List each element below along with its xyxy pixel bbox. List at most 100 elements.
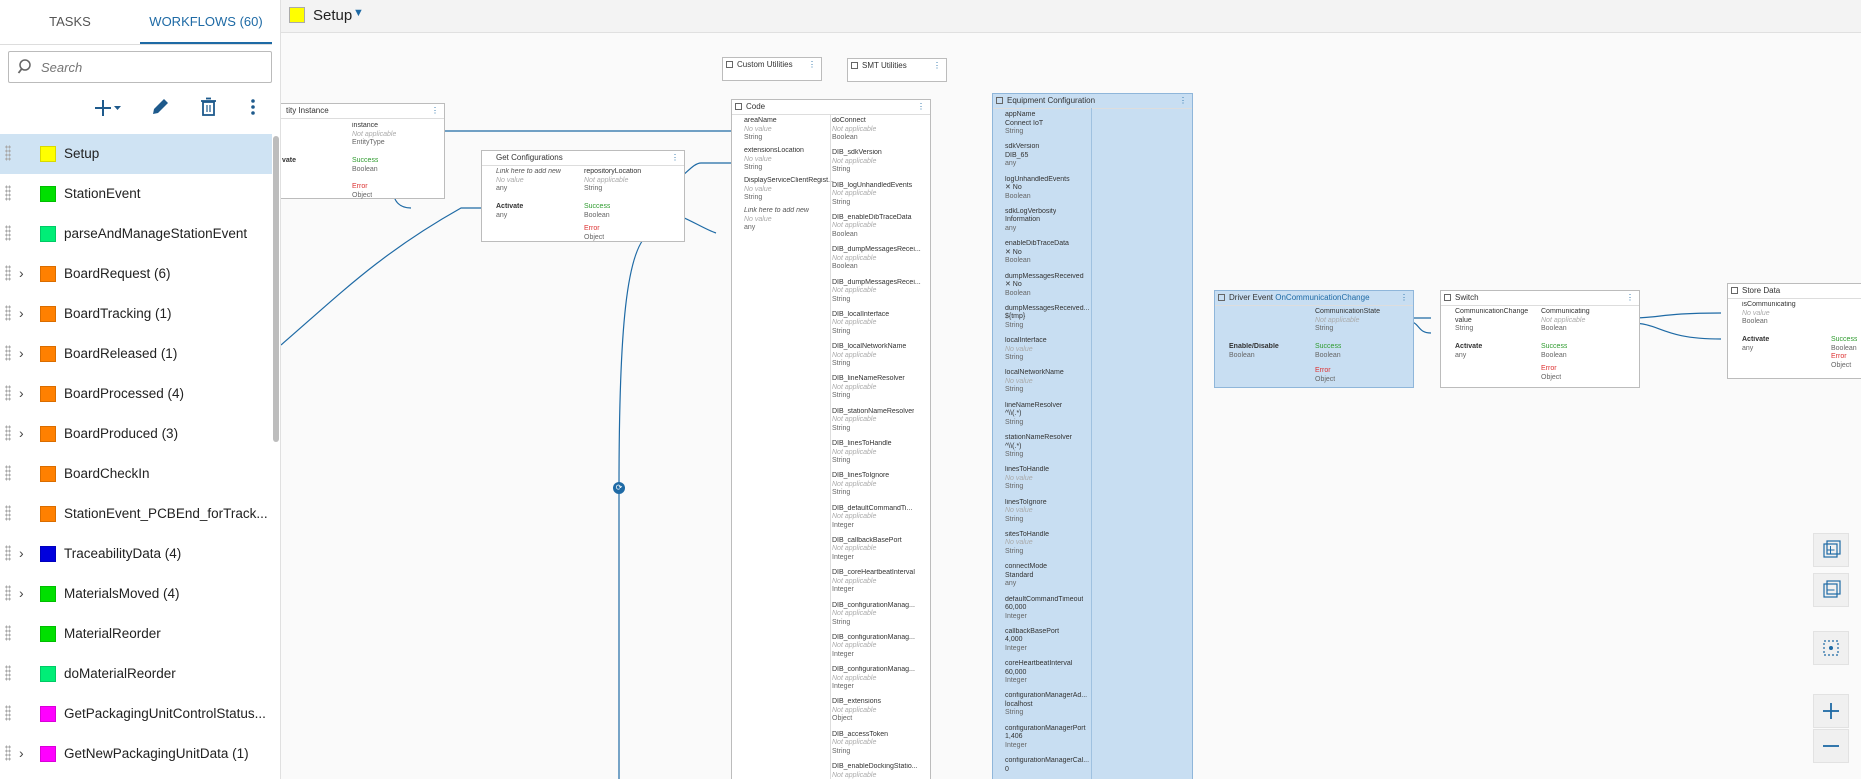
chevron-right-icon[interactable]: ›	[19, 345, 24, 361]
success-port[interactable]: Success Boolean Error Object	[1831, 336, 1857, 370]
expand-all-button[interactable]	[1813, 533, 1849, 567]
store-data-node[interactable]: Store Data isCommunicating No value Boolea…	[1727, 283, 1861, 379]
chevron-right-icon[interactable]: ›	[19, 265, 24, 281]
chevron-right-icon[interactable]: ›	[19, 385, 24, 401]
kebab-menu-icon[interactable]: ⋮	[917, 102, 925, 111]
output-port[interactable]: DIB_defaultCommandTi... Not applicable Int…	[832, 505, 912, 531]
entity-instance-node[interactable]: tity Instance ⋮ instance Not applicable En…	[281, 103, 445, 199]
zoom-out-button[interactable]	[1813, 729, 1849, 763]
output-port[interactable]: DIB_dumpMessagesRecei... Not applicable Bo…	[832, 246, 921, 272]
output-port[interactable]: DIB_dumpMessagesRecei... Not applicable St…	[832, 279, 921, 305]
output-port[interactable]: DIB_stationNameResolver Not applicable Str…	[832, 408, 914, 434]
output-port[interactable]: DIB_logUnhandledEvents Not applicable Stri…	[832, 182, 912, 208]
drag-handle-icon[interactable]	[5, 265, 11, 281]
drag-handle-icon[interactable]	[5, 425, 11, 441]
drag-handle-icon[interactable]	[5, 305, 11, 321]
kebab-menu-icon[interactable]: ⋮	[1400, 293, 1408, 302]
success-port[interactable]: Success Boolean	[352, 157, 378, 174]
workflow-list-item[interactable]: GetPackagingUnitControlStatus...	[0, 694, 272, 734]
input-port[interactable]: logUnhandledEvents ✕ No Boolean	[1005, 176, 1070, 202]
workflow-list-item[interactable]: › MaterialsMoved (4)	[0, 574, 272, 614]
kebab-menu-icon[interactable]: ⋮	[1626, 293, 1634, 302]
chevron-right-icon[interactable]: ›	[19, 585, 24, 601]
output-port[interactable]: DIB_linesToHandle Not applicable String	[832, 440, 892, 466]
chevron-right-icon[interactable]: ›	[19, 745, 24, 761]
input-port[interactable]: coreHeartbeatInterval 60,000 Integer	[1005, 660, 1072, 686]
workflow-list-item[interactable]: › BoardTracking (1)	[0, 294, 272, 334]
kebab-menu-icon[interactable]: ⋮	[431, 106, 439, 115]
activate-port[interactable]: Activate any	[496, 203, 523, 220]
output-port[interactable]: DIB_configurationManag... Not applicable I…	[832, 666, 915, 692]
drag-handle-icon[interactable]	[5, 505, 11, 521]
error-port[interactable]: Error Object	[1541, 365, 1561, 382]
input-port[interactable]: enableDibTraceData ✕ No Boolean	[1005, 240, 1069, 266]
input-port[interactable]: extensionsLocation No value String	[744, 147, 804, 173]
input-port[interactable]: DisplayServiceClientRegist... No value Str…	[744, 177, 834, 203]
edit-workflow-button[interactable]	[150, 96, 178, 122]
output-port[interactable]: CommunicationState Not applicable String	[1315, 308, 1380, 334]
drag-handle-icon[interactable]	[5, 585, 11, 601]
input-port[interactable]: vate	[282, 157, 296, 166]
input-port[interactable]: sdkLogVerbosity Information any	[1005, 208, 1056, 234]
output-port[interactable]: DIB_localNetworkName Not applicable String	[832, 343, 906, 369]
kebab-menu-icon[interactable]: ⋮	[808, 60, 816, 69]
sidebar-scrollbar[interactable]	[273, 136, 279, 442]
input-port[interactable]: appName Connect IoT String	[1005, 111, 1043, 137]
output-port[interactable]: DIB_configurationManag... Not applicable S…	[832, 602, 915, 628]
kebab-menu-icon[interactable]: ⋮	[671, 153, 679, 162]
input-port[interactable]: dumpMessagesReceived... ${tmp} String	[1005, 305, 1089, 331]
get-configurations-node[interactable]: Get Configurations ⋮ Link here to add ne…	[481, 150, 685, 242]
drag-handle-icon[interactable]	[5, 345, 11, 361]
error-port[interactable]: Error Object	[584, 225, 604, 242]
drag-handle-icon[interactable]	[5, 465, 11, 481]
workflow-list-item[interactable]: › BoardRequest (6)	[0, 254, 272, 294]
workflow-list-item[interactable]: Setup	[0, 134, 272, 174]
drag-handle-icon[interactable]	[5, 185, 11, 201]
input-port[interactable]: localInterface No value String	[1005, 337, 1047, 363]
custom-utilities-node[interactable]: Custom Utilities ⋮	[722, 57, 822, 81]
output-port[interactable]: DIB_lineNameResolver Not applicable String	[832, 375, 905, 401]
workflow-list-item[interactable]: MaterialReorder	[0, 614, 272, 654]
search-input[interactable]	[39, 56, 263, 78]
chevron-right-icon[interactable]: ›	[19, 545, 24, 561]
success-port[interactable]: Success Boolean	[1315, 343, 1341, 360]
delete-workflow-button[interactable]	[198, 96, 226, 122]
output-port[interactable]: DIB_linesToIgnore Not applicable String	[832, 472, 889, 498]
input-port[interactable]: dumpMessagesReceived ✕ No Boolean	[1005, 273, 1084, 299]
drag-handle-icon[interactable]	[5, 625, 11, 641]
drag-handle-icon[interactable]	[5, 385, 11, 401]
input-port[interactable]: configurationManagerAd... localhost String	[1005, 692, 1087, 718]
workflow-dropdown-caret[interactable]: ▼	[353, 7, 364, 19]
input-port[interactable]: lineNameResolver ^\\(.*) String	[1005, 402, 1062, 428]
output-port[interactable]: DIB_callbackBasePort Not applicable Intege…	[832, 537, 902, 563]
driver-event-node[interactable]: Driver Event OnCommunicationChange ⋮ Com…	[1214, 290, 1414, 388]
drag-handle-icon[interactable]	[5, 545, 11, 561]
error-port[interactable]: Error Object	[352, 183, 372, 200]
input-port[interactable]: Link here to add new No value any	[744, 207, 809, 233]
workflow-list-item[interactable]: StationEvent_PCBEnd_forTrack...	[0, 494, 272, 534]
output-port[interactable]: DIB_accessToken Not applicable String	[832, 731, 888, 757]
tab-tasks[interactable]: TASKS	[0, 0, 140, 42]
output-port[interactable]: DIB_configurationManag... Not applicable I…	[832, 634, 915, 660]
workflow-list-item[interactable]: StationEvent	[0, 174, 272, 214]
code-node[interactable]: Code ⋮ areaName No value String extensionsL…	[731, 99, 931, 779]
workflow-canvas[interactable]: ⟳ ⟳ ⟳ tity Instance ⋮ instanceNot applic…	[281, 33, 1861, 779]
input-port[interactable]: Enable/Disable Boolean	[1229, 343, 1279, 360]
workflow-list-item[interactable]: › GetNewPackagingUnitData (1)	[0, 734, 272, 774]
input-port[interactable]: callbackBasePort 4,000 Integer	[1005, 628, 1059, 654]
collapse-all-button[interactable]	[1813, 573, 1849, 607]
input-port[interactable]: areaName No value String	[744, 117, 777, 143]
fit-to-screen-button[interactable]	[1813, 631, 1849, 665]
drag-handle-icon[interactable]	[5, 145, 11, 161]
output-port[interactable]: DIB_localInterface Not applicable String	[832, 311, 889, 337]
output-port[interactable]: DIB_sdkVersion Not applicable String	[832, 149, 882, 175]
kebab-menu-icon[interactable]: ⋮	[933, 61, 941, 70]
sync-badge[interactable]: ⟳	[613, 482, 625, 494]
activate-port[interactable]: Activate any	[1455, 343, 1482, 360]
input-port[interactable]: sdkVersion DIB_65 any	[1005, 143, 1039, 169]
input-port[interactable]: localNetworkName No value String	[1005, 369, 1064, 395]
workflow-list-item[interactable]: doMaterialReorder	[0, 654, 272, 694]
smt-utilities-node[interactable]: SMT Utilities ⋮	[847, 58, 947, 82]
equipment-configuration-node[interactable]: Equipment Configuration ⋮ appName Connect…	[992, 93, 1193, 779]
output-port[interactable]: DIB_coreHeartbeatInterval Not applicable I…	[832, 569, 915, 595]
